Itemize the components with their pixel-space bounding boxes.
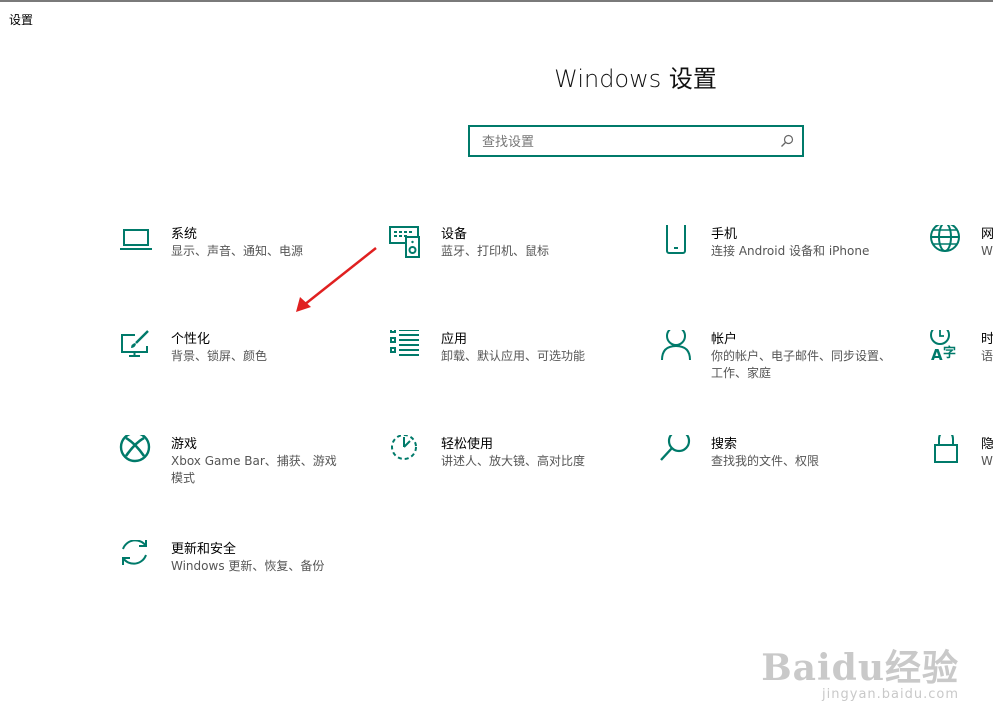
tile-label: 网 <box>981 227 993 242</box>
update-icon <box>122 540 147 565</box>
tile-description: Windows 更新、恢复、备份 <box>171 559 325 573</box>
tile-label: 游戏 <box>171 437 198 452</box>
tile-label: 隐 <box>981 437 993 452</box>
tile-time-language[interactable]: A 字 时 语 <box>929 330 993 400</box>
tile-apps[interactable]: 应用 卸载、默认应用、可选功能 <box>389 330 639 400</box>
tile-ease-of-access[interactable]: 轻松使用 讲述人、放大镜、高对比度 <box>389 435 639 505</box>
tile-description: 讲述人、放大镜、高对比度 <box>441 454 586 468</box>
tile-description: 蓝牙、打印机、鼠标 <box>441 244 550 258</box>
window-top-border <box>0 0 993 2</box>
tile-devices[interactable]: 设备 蓝牙、打印机、鼠标 <box>389 225 639 295</box>
tile-description: 连接 Android 设备和 iPhone <box>711 244 870 258</box>
tile-gaming[interactable]: 游戏 Xbox Game Bar、捕获、游戏模式 <box>119 435 369 505</box>
tile-system[interactable]: 系统 显示、声音、通知、电源 <box>119 225 369 295</box>
tile-personalization[interactable]: 个性化 背景、锁屏、颜色 <box>119 330 369 400</box>
tile-label: 搜索 <box>711 437 738 452</box>
tile-description: 语 <box>981 349 993 363</box>
tile-search[interactable]: 搜索 查找我的文件、权限 <box>659 435 909 505</box>
tile-description: Xbox Game Bar、捕获、游戏模式 <box>171 454 337 485</box>
page-title: Windows 设置 <box>554 65 717 93</box>
devices-icon <box>389 226 420 258</box>
lock-icon <box>934 435 958 463</box>
xbox-icon <box>119 435 151 463</box>
search-input[interactable] <box>480 127 784 157</box>
tile-label: 帐户 <box>711 332 738 347</box>
baidu-logo: Baidu经验 <box>761 647 959 689</box>
personalization-icon <box>121 330 149 357</box>
tile-description: W <box>981 244 993 258</box>
tile-description: 你的帐户、电子邮件、同步设置、工作、家庭 <box>711 349 892 380</box>
window-title: 设置 <box>9 13 34 27</box>
tile-label: 手机 <box>711 227 738 242</box>
globe-icon <box>930 225 960 252</box>
tile-label: 个性化 <box>171 332 211 347</box>
tile-network[interactable]: 网 W <box>929 225 993 295</box>
tile-description: W <box>981 454 993 468</box>
tile-description: 显示、声音、通知、电源 <box>171 244 304 258</box>
tile-phone[interactable]: 手机 连接 Android 设备和 iPhone <box>659 225 909 295</box>
svg-text:字: 字 <box>943 345 956 361</box>
search-icon[interactable] <box>780 134 794 148</box>
person-icon <box>661 330 691 361</box>
tile-label: 设备 <box>441 227 468 242</box>
apps-list-icon <box>390 330 419 356</box>
search-box[interactable] <box>468 125 804 157</box>
tile-label: 更新和安全 <box>171 542 237 557</box>
tile-accounts[interactable]: 帐户 你的帐户、电子邮件、同步设置、工作、家庭 <box>659 330 909 400</box>
tile-privacy[interactable]: 隐 W <box>929 435 993 505</box>
tile-description: 查找我的文件、权限 <box>711 454 820 468</box>
tile-label: 应用 <box>441 332 468 347</box>
time-language-icon: A 字 <box>930 330 956 364</box>
tile-update-security[interactable]: 更新和安全 Windows 更新、恢复、备份 <box>119 540 369 610</box>
tile-label: 系统 <box>171 227 198 242</box>
svg-text:A: A <box>931 346 943 364</box>
tile-description: 卸载、默认应用、可选功能 <box>441 349 586 363</box>
search-magnifier-icon <box>660 435 691 461</box>
baidu-watermark: Baidu经验 jingyan.baidu.com <box>761 639 959 702</box>
tile-label: 轻松使用 <box>441 437 494 452</box>
phone-icon <box>666 225 686 254</box>
tile-label: 时 <box>981 332 993 347</box>
ease-of-access-icon <box>391 435 417 460</box>
laptop-icon <box>120 229 152 250</box>
tile-description: 背景、锁屏、颜色 <box>171 349 268 363</box>
